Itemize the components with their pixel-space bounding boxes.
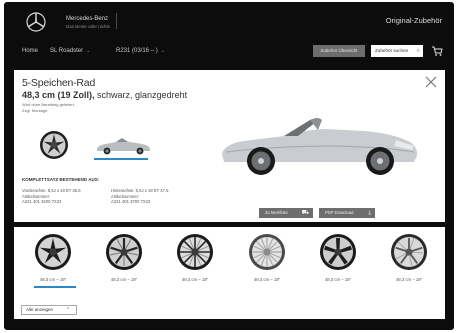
spec-line: Hinterachse: 9,5J x 19 ET 47,5 bbox=[111, 188, 169, 193]
search-input[interactable]: Zubehör suchen ⌕ bbox=[371, 45, 423, 57]
header: Mercedes-Benz Das Beste oder nichts Orig… bbox=[4, 2, 454, 40]
brand: Mercedes-Benz Das Beste oder nichts bbox=[66, 16, 110, 30]
download-icon: ⤓ bbox=[368, 210, 371, 216]
chevron-down-icon: ⌄ bbox=[86, 48, 91, 54]
nav-item-model[interactable]: SL Roadster ⌄ bbox=[50, 48, 90, 54]
pdf-download-button[interactable]: PDF-Download ⤓ bbox=[319, 208, 375, 218]
search-icon[interactable]: ⌕ bbox=[417, 45, 420, 57]
wheel-option[interactable]: 48,3 cm – 19" bbox=[378, 231, 440, 291]
show-all-dropdown[interactable]: Alle anzeigen ⌃ bbox=[21, 305, 77, 315]
product-note: Wird ohne Bereifung geliefert. bbox=[22, 102, 75, 107]
brand-divider bbox=[116, 13, 117, 29]
product-title: 5-Speichen-Rad bbox=[22, 77, 96, 89]
nav-item-home[interactable]: Home bbox=[22, 48, 38, 54]
wheel-option[interactable]: 48,3 cm – 19" bbox=[93, 231, 155, 291]
selected-wheel-indicator bbox=[34, 286, 76, 288]
button-label: PDF-Download bbox=[325, 210, 354, 215]
wheel-selector: 48,3 cm – 19" 48,3 cm – 19" 48,3 cm – 19… bbox=[14, 227, 445, 319]
brand-name: Mercedes-Benz bbox=[66, 16, 109, 22]
nav-item-label: R231 (03/16 – ) bbox=[116, 48, 158, 54]
wheel-size-label: 48,3 cm – 19" bbox=[110, 277, 138, 282]
wheel-option[interactable]: 48,3 cm – 19" bbox=[22, 231, 84, 291]
wheel-size-label: 48,3 cm – 19" bbox=[39, 277, 67, 282]
product-size-rest: schwarz, glanzgedreht bbox=[94, 90, 188, 100]
add-to-list-button[interactable]: Zu Merkliste ⛟ bbox=[259, 208, 313, 218]
wheel-image bbox=[391, 234, 427, 270]
spec-line: A231 401 3400 7X23 bbox=[22, 199, 62, 204]
close-icon[interactable] bbox=[424, 75, 438, 89]
wheel-image bbox=[249, 234, 285, 270]
wheel-thumbnail[interactable] bbox=[39, 130, 69, 160]
search-placeholder: Zubehör suchen bbox=[375, 48, 409, 53]
chevron-up-icon: ⌃ bbox=[65, 307, 70, 313]
chevron-down-icon: ⌄ bbox=[160, 48, 165, 54]
nav-item-series[interactable]: R231 (03/16 – ) ⌄ bbox=[116, 48, 165, 54]
wheel-size-label: 48,3 cm – 19" bbox=[181, 277, 209, 282]
mercedes-star-logo[interactable] bbox=[26, 12, 46, 32]
wheel-option[interactable]: 48,3 cm – 19" bbox=[307, 231, 369, 291]
cart-icon[interactable] bbox=[431, 45, 443, 57]
wheel-size-label: 48,3 cm – 19" bbox=[253, 277, 281, 282]
product-size-bold: 48,3 cm (19 Zoll), bbox=[22, 90, 95, 100]
product-detail-card: 5-Speichen-Rad 48,3 cm (19 Zoll), schwar… bbox=[14, 70, 445, 222]
front-axle-spec: Vorderachse: 8,5J x 19 ET 35,5 Artikelnu… bbox=[22, 188, 81, 205]
show-all-label: Alle anzeigen bbox=[26, 307, 54, 312]
accessories-overview-button[interactable]: Zubehör Übersicht bbox=[313, 45, 365, 57]
nav-item-label: Home bbox=[22, 48, 39, 54]
spec-line: Vorderachse: 8,5J x 19 ET 35,5 bbox=[22, 188, 81, 193]
nav-item-label: SL Roadster bbox=[50, 48, 84, 54]
brand-tagline: Das Beste oder nichts bbox=[66, 24, 111, 29]
rear-axle-spec: Hinterachse: 9,5J x 19 ET 47,5 Artikelnu… bbox=[111, 188, 168, 205]
wheel-option[interactable]: 48,3 cm – 19" bbox=[164, 231, 226, 291]
spec-line: A231 401 3700 7X23 bbox=[111, 199, 151, 204]
wheel-size-label: 48,3 cm – 19" bbox=[324, 277, 352, 282]
set-title: KOMPLETTSATZ BESTEHEND AUS: bbox=[22, 177, 100, 182]
wheel-option[interactable]: 48,3 cm – 19" bbox=[236, 231, 298, 291]
wheel-image bbox=[320, 234, 356, 270]
product-size: 48,3 cm (19 Zoll), schwarz, glanzgedreht bbox=[22, 90, 187, 100]
wheel-image bbox=[177, 234, 213, 270]
wheel-image bbox=[35, 234, 71, 270]
cart-icon: ⛟ bbox=[301, 210, 309, 216]
button-label: Zu Merkliste bbox=[265, 210, 288, 215]
car-thumbnail[interactable] bbox=[94, 134, 152, 156]
selected-thumbnail-indicator bbox=[94, 158, 148, 160]
car-image bbox=[222, 118, 418, 175]
wheel-image bbox=[106, 234, 142, 270]
wheel-size-label: 48,3 cm – 19" bbox=[395, 277, 423, 282]
site-title: Original-Zubehör bbox=[385, 16, 442, 25]
app-frame: Mercedes-Benz Das Beste oder nichts Orig… bbox=[4, 2, 454, 330]
product-note: Zzgl. Montage. bbox=[22, 108, 49, 113]
